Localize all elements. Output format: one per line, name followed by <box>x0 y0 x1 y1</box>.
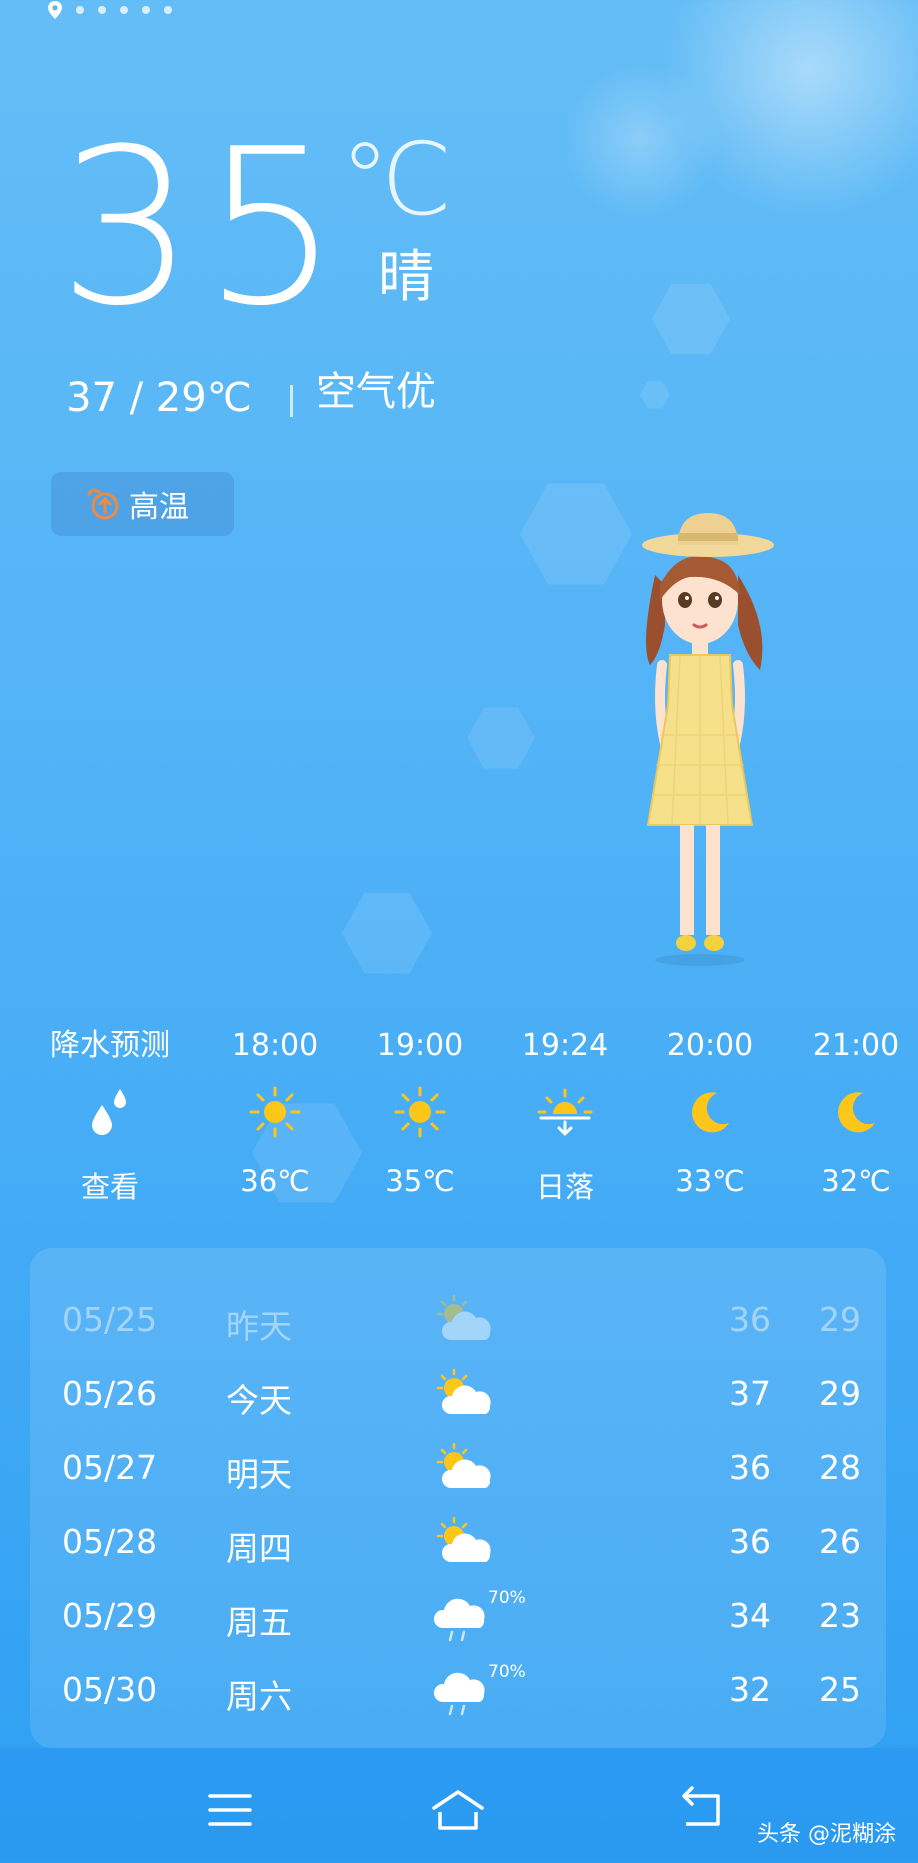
hourly-value: 日落 <box>535 1170 594 1204</box>
alert-label: 高温 <box>129 490 189 525</box>
forecast-date: 05/25 <box>62 1300 158 1339</box>
forecast-high: 36 <box>729 1522 771 1561</box>
temperature-unit: ℃ <box>340 121 453 238</box>
hourly-value: 36℃ <box>240 1164 310 1198</box>
hourly-time: 21:00 <box>812 1028 900 1063</box>
forecast-low: 29 <box>819 1300 861 1339</box>
daily-forecast-row[interactable]: 05/27 明天 36 28 <box>30 1434 886 1508</box>
bokeh-hex <box>640 381 670 409</box>
back-icon[interactable] <box>672 1784 732 1834</box>
moon-icon <box>786 1082 918 1142</box>
location-pin-icon <box>48 1 62 19</box>
sunset-icon <box>495 1082 635 1142</box>
hourly-time: 降水预测 <box>50 1028 170 1063</box>
page-dot <box>76 6 84 14</box>
forecast-date: 05/26 <box>62 1374 158 1413</box>
precipitation-chance: 70% <box>488 1588 526 1608</box>
forecast-high: 34 <box>729 1596 771 1635</box>
sun-icon <box>350 1082 490 1142</box>
menu-icon[interactable] <box>200 1784 260 1834</box>
precipitation-chance: 70% <box>488 1662 526 1682</box>
hourly-column: 18:00 36℃ <box>205 1028 345 1198</box>
forecast-low: 29 <box>819 1374 861 1413</box>
partly-cloudy-icon <box>430 1440 500 1500</box>
forecast-high: 37 <box>729 1374 771 1413</box>
forecast-day: 今天 <box>226 1381 292 1420</box>
forecast-day: 周四 <box>226 1529 292 1568</box>
high-low-temperature: 37 / 29℃ <box>66 375 252 421</box>
partly-cloudy-icon <box>430 1514 500 1574</box>
hourly-column: 20:00 33℃ <box>640 1028 780 1198</box>
hourly-column: 19:24 日落 <box>495 1028 635 1206</box>
hourly-value: 35℃ <box>385 1164 455 1198</box>
daily-forecast-row[interactable]: 05/25 昨天 36 29 <box>30 1286 886 1360</box>
weather-alert-chip[interactable]: 高温 <box>51 472 234 536</box>
hourly-value: 查看 <box>80 1170 139 1204</box>
divider <box>290 385 293 417</box>
forecast-day: 明天 <box>226 1455 292 1494</box>
hourly-column: 19:00 35℃ <box>350 1028 490 1198</box>
hourly-value: 32℃ <box>821 1164 891 1198</box>
location-page-indicator[interactable] <box>48 0 172 20</box>
forecast-low: 26 <box>819 1522 861 1561</box>
sun-icon <box>205 1082 345 1142</box>
current-temperature: 35 <box>58 102 348 353</box>
forecast-date: 05/30 <box>62 1670 158 1709</box>
forecast-day: 周五 <box>226 1603 292 1642</box>
forecast-day: 周六 <box>226 1677 292 1716</box>
page-dot <box>98 6 106 14</box>
forecast-high: 32 <box>729 1670 771 1709</box>
page-dot <box>120 6 128 14</box>
raindrop-icon <box>40 1082 180 1142</box>
bottom-navigation-bar: 头条 @泥糊涂 <box>0 1748 918 1863</box>
page-dot <box>164 6 172 14</box>
forecast-date: 05/29 <box>62 1596 158 1635</box>
home-icon[interactable] <box>428 1784 488 1834</box>
forecast-low: 25 <box>819 1670 861 1709</box>
precipitation-forecast-column[interactable]: 降水预测 查看 <box>40 1028 180 1206</box>
page-dot <box>142 6 150 14</box>
cartoon-girl-illustration <box>642 513 774 966</box>
light-flare <box>560 60 720 220</box>
bokeh-hex <box>467 707 535 769</box>
bokeh-hex <box>652 283 730 355</box>
forecast-day: 昨天 <box>226 1307 292 1346</box>
weather-condition: 晴 <box>378 245 434 310</box>
hourly-column: 21:00 32℃ <box>786 1028 918 1198</box>
forecast-low: 23 <box>819 1596 861 1635</box>
daily-forecast-row[interactable]: 05/29 周五 70% 34 23 <box>30 1582 886 1656</box>
air-quality[interactable]: 空气优 <box>316 372 436 412</box>
forecast-low: 28 <box>819 1448 861 1487</box>
watermark: 头条 @泥糊涂 <box>757 1822 896 1847</box>
forecast-high: 36 <box>729 1448 771 1487</box>
moon-icon <box>640 1082 780 1142</box>
daily-forecast-row[interactable]: 05/30 周六 70% 32 25 <box>30 1656 886 1730</box>
hourly-value: 33℃ <box>675 1164 745 1198</box>
forecast-date: 05/27 <box>62 1448 158 1487</box>
hourly-time: 20:00 <box>666 1028 754 1063</box>
high-temp-icon <box>87 488 119 520</box>
hourly-time: 18:00 <box>231 1028 319 1063</box>
hourly-time: 19:24 <box>521 1028 609 1063</box>
daily-forecast-card[interactable]: 05/25 昨天 36 29 05/26 今天 37 29 05/27 明天 3… <box>30 1248 886 1748</box>
hourly-time: 19:00 <box>376 1028 464 1063</box>
daily-forecast-row[interactable]: 05/28 周四 36 26 <box>30 1508 886 1582</box>
daily-forecast-row[interactable]: 05/26 今天 37 29 <box>30 1360 886 1434</box>
partly-cloudy-icon <box>430 1366 500 1426</box>
bokeh-hex <box>520 483 632 585</box>
partly-cloudy-icon <box>430 1292 500 1352</box>
forecast-high: 36 <box>729 1300 771 1339</box>
bokeh-hex <box>342 892 432 974</box>
forecast-date: 05/28 <box>62 1522 158 1561</box>
